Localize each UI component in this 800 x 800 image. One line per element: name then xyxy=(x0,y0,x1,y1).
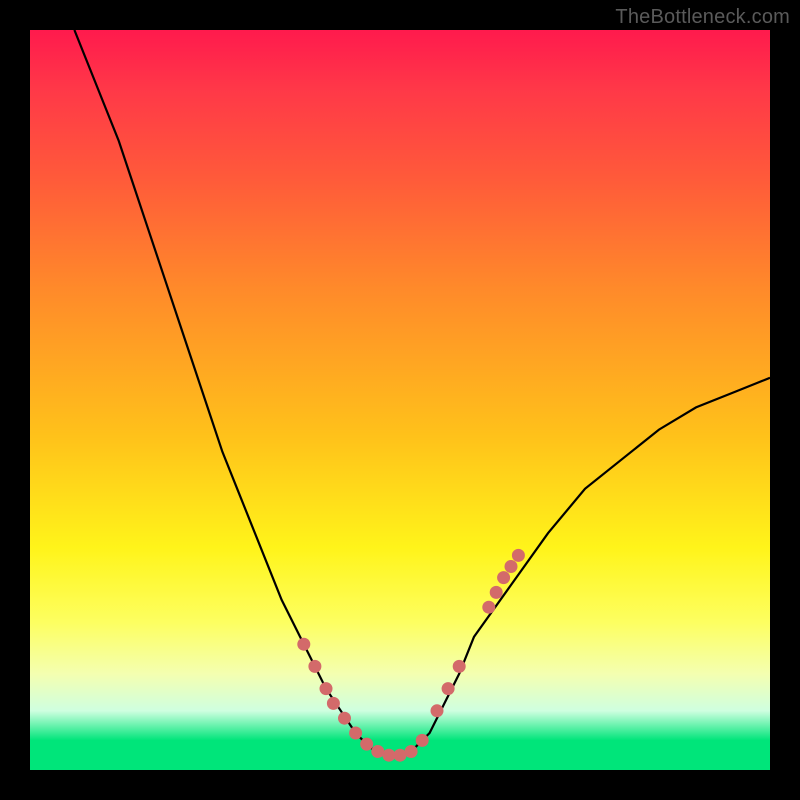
curve-marker xyxy=(308,660,321,673)
curve-marker xyxy=(512,549,525,562)
curve-marker xyxy=(416,734,429,747)
curve-marker xyxy=(431,704,444,717)
curve-marker xyxy=(360,738,373,751)
curve-marker xyxy=(490,586,503,599)
curve-marker xyxy=(497,571,510,584)
curve-marker xyxy=(482,601,495,614)
curve-marker xyxy=(297,638,310,651)
curve-marker xyxy=(453,660,466,673)
curve-marker xyxy=(371,745,384,758)
curve-marker xyxy=(349,727,362,740)
watermark-text: TheBottleneck.com xyxy=(615,6,790,29)
curve-marker xyxy=(382,749,395,762)
curve-marker xyxy=(505,560,518,573)
curve-marker xyxy=(405,745,418,758)
curve-marker xyxy=(442,682,455,695)
curve-markers xyxy=(297,549,525,762)
curve-marker xyxy=(327,697,340,710)
curve-marker xyxy=(394,749,407,762)
curve-marker xyxy=(320,682,333,695)
bottleneck-curve xyxy=(74,30,770,755)
chart-frame: TheBottleneck.com xyxy=(0,0,800,800)
curve-marker xyxy=(338,712,351,725)
curve-svg xyxy=(30,30,770,770)
